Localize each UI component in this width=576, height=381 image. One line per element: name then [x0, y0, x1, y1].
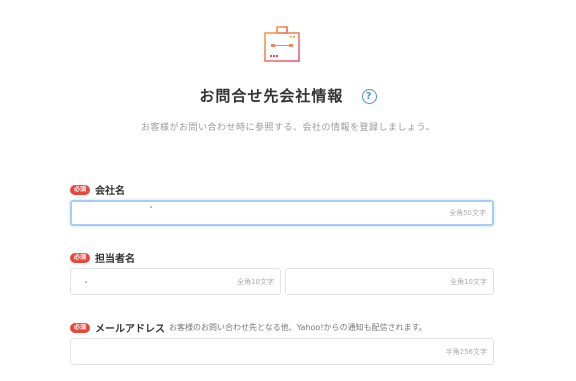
text-caret — [85, 281, 87, 283]
last-name-counter: 全角10文字 — [237, 277, 274, 286]
required-badge: 必須 — [70, 252, 91, 263]
last-name-input[interactable]: 全角10文字 — [70, 268, 281, 295]
help-icon[interactable]: ? — [361, 89, 377, 104]
email-input[interactable]: 半角256文字 — [70, 338, 494, 365]
required-badge: 必須 — [70, 322, 91, 333]
company-counter: 全角50文字 — [449, 209, 486, 217]
company-label-row: 必須 会社名 — [70, 182, 125, 197]
text-caret — [150, 206, 152, 208]
briefcase-icon — [262, 24, 302, 64]
contact-label-row: 必須 担当者名 — [70, 250, 135, 265]
first-name-counter: 全角10文字 — [450, 277, 487, 286]
page-title-row: お問合せ先会社情報 ? — [0, 85, 576, 106]
company-name-input[interactable]: 全角50文字 — [70, 200, 494, 226]
contact-label: 担当者名 — [95, 254, 136, 265]
email-hint: お客様のお問い合わせ先となる他、Yahoo!からの通知も配信されます。 — [169, 323, 427, 332]
page-subtitle: お客様がお問い合わせ時に参照する、会社の情報を登録しましょう。 — [141, 123, 435, 133]
email-label: メールアドレス — [95, 324, 166, 335]
first-name-input[interactable]: 全角10文字 — [285, 268, 494, 295]
required-badge: 必須 — [70, 184, 91, 195]
email-label-row: 必須 メールアドレス お客様のお問い合わせ先となる他、Yahoo!からの通知も配… — [70, 320, 427, 335]
page-title: お問合せ先会社情報 — [199, 87, 344, 105]
email-counter: 半角256文字 — [445, 347, 487, 356]
company-label: 会社名 — [95, 186, 126, 197]
